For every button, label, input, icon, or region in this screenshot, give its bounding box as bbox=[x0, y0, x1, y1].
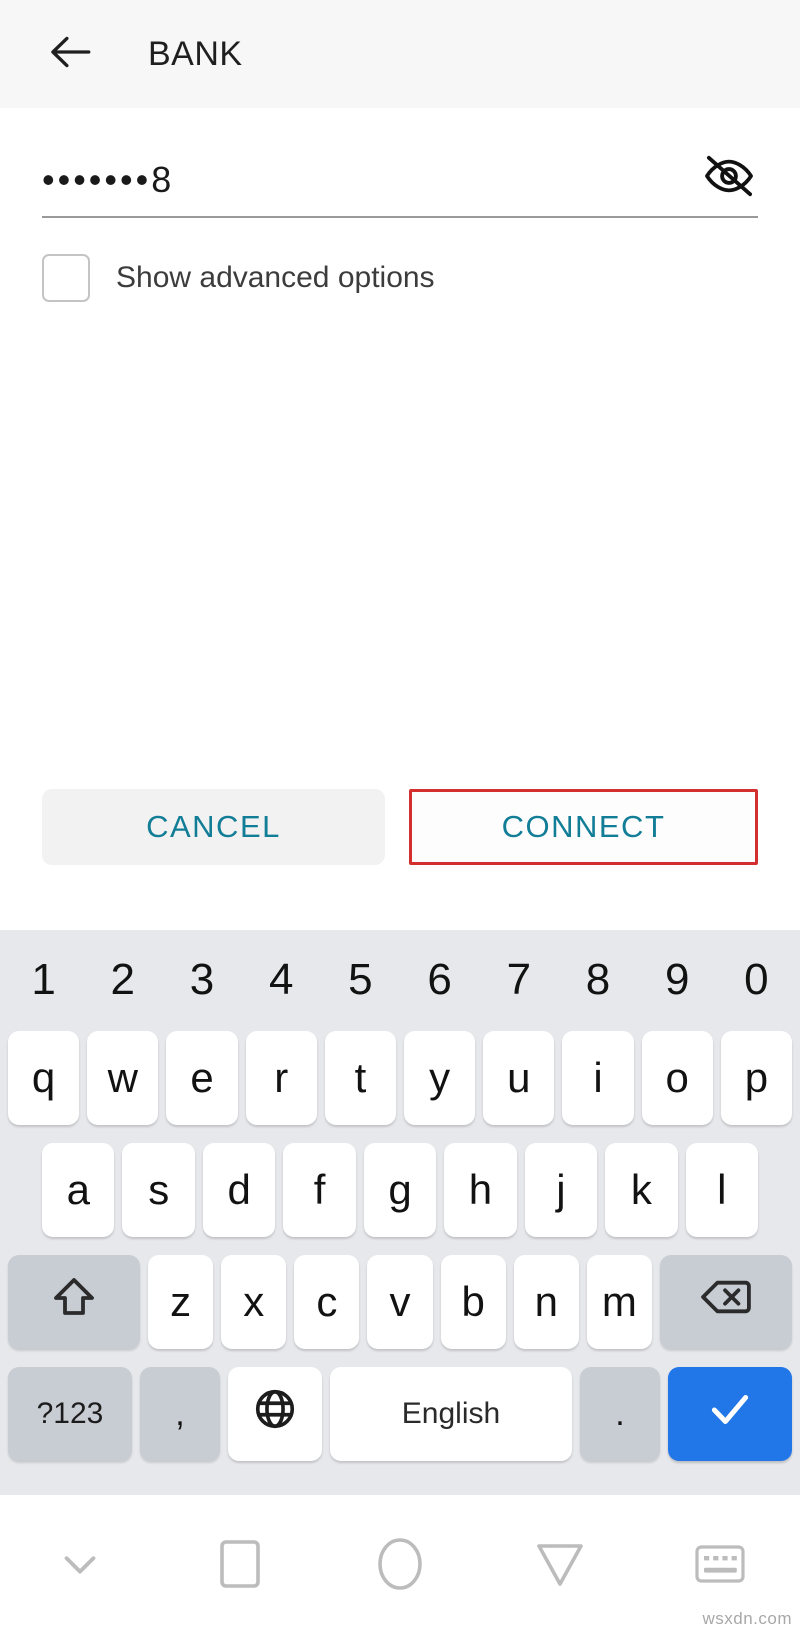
cancel-button[interactable]: CANCEL bbox=[42, 789, 385, 865]
chevron-down-icon bbox=[57, 1541, 103, 1592]
key-g[interactable]: g bbox=[363, 1143, 437, 1237]
key-3[interactable]: 3 bbox=[162, 938, 241, 1022]
key-n[interactable]: n bbox=[513, 1255, 579, 1349]
backspace-icon bbox=[699, 1276, 753, 1328]
circle-home-icon bbox=[374, 1536, 426, 1597]
page-title: BANK bbox=[148, 34, 243, 73]
eye-off-icon bbox=[700, 153, 758, 204]
backspace-key[interactable] bbox=[659, 1255, 792, 1349]
key-o[interactable]: o bbox=[641, 1031, 713, 1125]
key-4[interactable]: 4 bbox=[242, 938, 321, 1022]
key-v[interactable]: v bbox=[367, 1255, 433, 1349]
form-area: •••••••8 Show advanced options bbox=[0, 108, 800, 302]
key-9[interactable]: 9 bbox=[638, 938, 717, 1022]
period-key[interactable]: . bbox=[580, 1367, 660, 1461]
key-6[interactable]: 6 bbox=[400, 938, 479, 1022]
square-recents-icon bbox=[218, 1538, 262, 1595]
key-m[interactable]: m bbox=[586, 1255, 652, 1349]
key-i[interactable]: i bbox=[562, 1031, 634, 1125]
key-a[interactable]: a bbox=[42, 1143, 115, 1237]
shift-up-arrow-icon bbox=[50, 1273, 98, 1331]
key-c[interactable]: c bbox=[294, 1255, 360, 1349]
key-k[interactable]: k bbox=[605, 1143, 678, 1237]
dialog-actions: CANCEL CONNECT bbox=[0, 789, 800, 865]
key-r[interactable]: r bbox=[245, 1031, 317, 1125]
triangle-back-icon bbox=[534, 1540, 586, 1593]
keyboard-row-home: a s d f g h j k l bbox=[4, 1134, 796, 1246]
nav-back-button[interactable] bbox=[510, 1516, 610, 1616]
show-advanced-options-label: Show advanced options bbox=[116, 261, 435, 294]
globe-icon bbox=[252, 1386, 298, 1442]
key-h[interactable]: h bbox=[444, 1143, 517, 1237]
space-key[interactable]: English bbox=[330, 1367, 572, 1461]
show-advanced-options-row[interactable]: Show advanced options bbox=[42, 254, 758, 302]
check-icon bbox=[705, 1384, 755, 1444]
key-p[interactable]: p bbox=[720, 1031, 793, 1125]
key-5[interactable]: 5 bbox=[321, 938, 400, 1022]
key-y[interactable]: y bbox=[404, 1031, 476, 1125]
key-j[interactable]: j bbox=[524, 1143, 598, 1237]
system-navigation-bar bbox=[0, 1495, 800, 1637]
key-0[interactable]: 0 bbox=[717, 938, 796, 1022]
password-field-row[interactable]: •••••••8 bbox=[42, 108, 758, 218]
app-bar: BANK bbox=[0, 0, 800, 108]
keyboard-icon bbox=[694, 1543, 746, 1590]
nav-recents-button[interactable] bbox=[190, 1516, 290, 1616]
arrow-left-icon bbox=[45, 27, 95, 82]
comma-key[interactable]: , bbox=[140, 1367, 220, 1461]
language-switch-key[interactable] bbox=[228, 1367, 322, 1461]
back-button[interactable] bbox=[44, 28, 96, 80]
nav-home-button[interactable] bbox=[350, 1516, 450, 1616]
key-q[interactable]: q bbox=[7, 1031, 80, 1125]
key-d[interactable]: d bbox=[202, 1143, 276, 1237]
key-z[interactable]: z bbox=[148, 1255, 214, 1349]
key-x[interactable]: x bbox=[221, 1255, 287, 1349]
symbols-key[interactable]: ?123 bbox=[8, 1367, 132, 1461]
nav-hide-keyboard-button[interactable] bbox=[30, 1516, 130, 1616]
nav-keyboard-button[interactable] bbox=[670, 1516, 770, 1616]
show-advanced-options-checkbox[interactable] bbox=[42, 254, 90, 302]
key-l[interactable]: l bbox=[685, 1143, 758, 1237]
key-b[interactable]: b bbox=[440, 1255, 506, 1349]
key-7[interactable]: 7 bbox=[479, 938, 558, 1022]
keyboard-row-function: ?123 , English . bbox=[4, 1358, 796, 1470]
key-e[interactable]: e bbox=[166, 1031, 238, 1125]
keyboard-row-numbers: 1 2 3 4 5 6 7 8 9 0 bbox=[4, 938, 796, 1022]
key-8[interactable]: 8 bbox=[558, 938, 637, 1022]
password-input[interactable]: •••••••8 bbox=[42, 162, 174, 216]
connect-button[interactable]: CONNECT bbox=[409, 789, 758, 865]
key-2[interactable]: 2 bbox=[83, 938, 162, 1022]
key-1[interactable]: 1 bbox=[4, 938, 83, 1022]
site-watermark: wsxdn.com bbox=[702, 1609, 792, 1628]
key-w[interactable]: w bbox=[87, 1031, 159, 1125]
key-s[interactable]: s bbox=[122, 1143, 195, 1237]
on-screen-keyboard: 1 2 3 4 5 6 7 8 9 0 q w e r t y u i o p … bbox=[0, 930, 800, 1495]
key-u[interactable]: u bbox=[483, 1031, 555, 1125]
toggle-password-visibility-button[interactable] bbox=[700, 153, 758, 216]
key-f[interactable]: f bbox=[283, 1143, 356, 1237]
key-t[interactable]: t bbox=[324, 1031, 396, 1125]
keyboard-row-bottom-letters: z x c v b n m bbox=[4, 1246, 796, 1358]
keyboard-row-top: q w e r t y u i o p bbox=[4, 1022, 796, 1134]
shift-key[interactable] bbox=[8, 1255, 140, 1349]
enter-key[interactable] bbox=[668, 1367, 792, 1461]
